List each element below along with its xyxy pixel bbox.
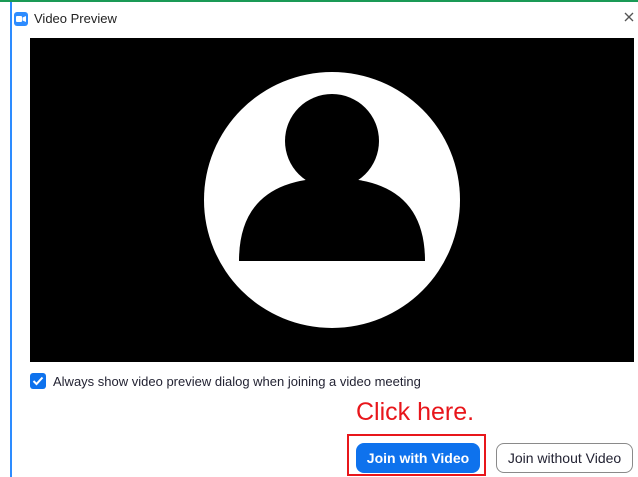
video-preview-window: Video Preview Always show video preview … [0, 0, 638, 477]
click-here-annotation: Click here. [356, 398, 475, 426]
always-show-preview-label: Always show video preview dialog when jo… [53, 374, 421, 389]
join-with-video-button[interactable]: Join with Video [356, 443, 480, 473]
video-preview-area [30, 38, 634, 362]
window-title: Video Preview [34, 11, 117, 26]
zoom-camera-icon [14, 12, 28, 26]
join-without-video-button[interactable]: Join without Video [496, 443, 633, 473]
user-avatar-icon [204, 72, 460, 328]
always-show-preview-checkbox[interactable] [30, 373, 46, 389]
title-bar: Video Preview [12, 6, 638, 30]
left-accent-line [10, 2, 12, 477]
close-icon[interactable] [620, 8, 638, 26]
top-accent-line [0, 0, 638, 2]
